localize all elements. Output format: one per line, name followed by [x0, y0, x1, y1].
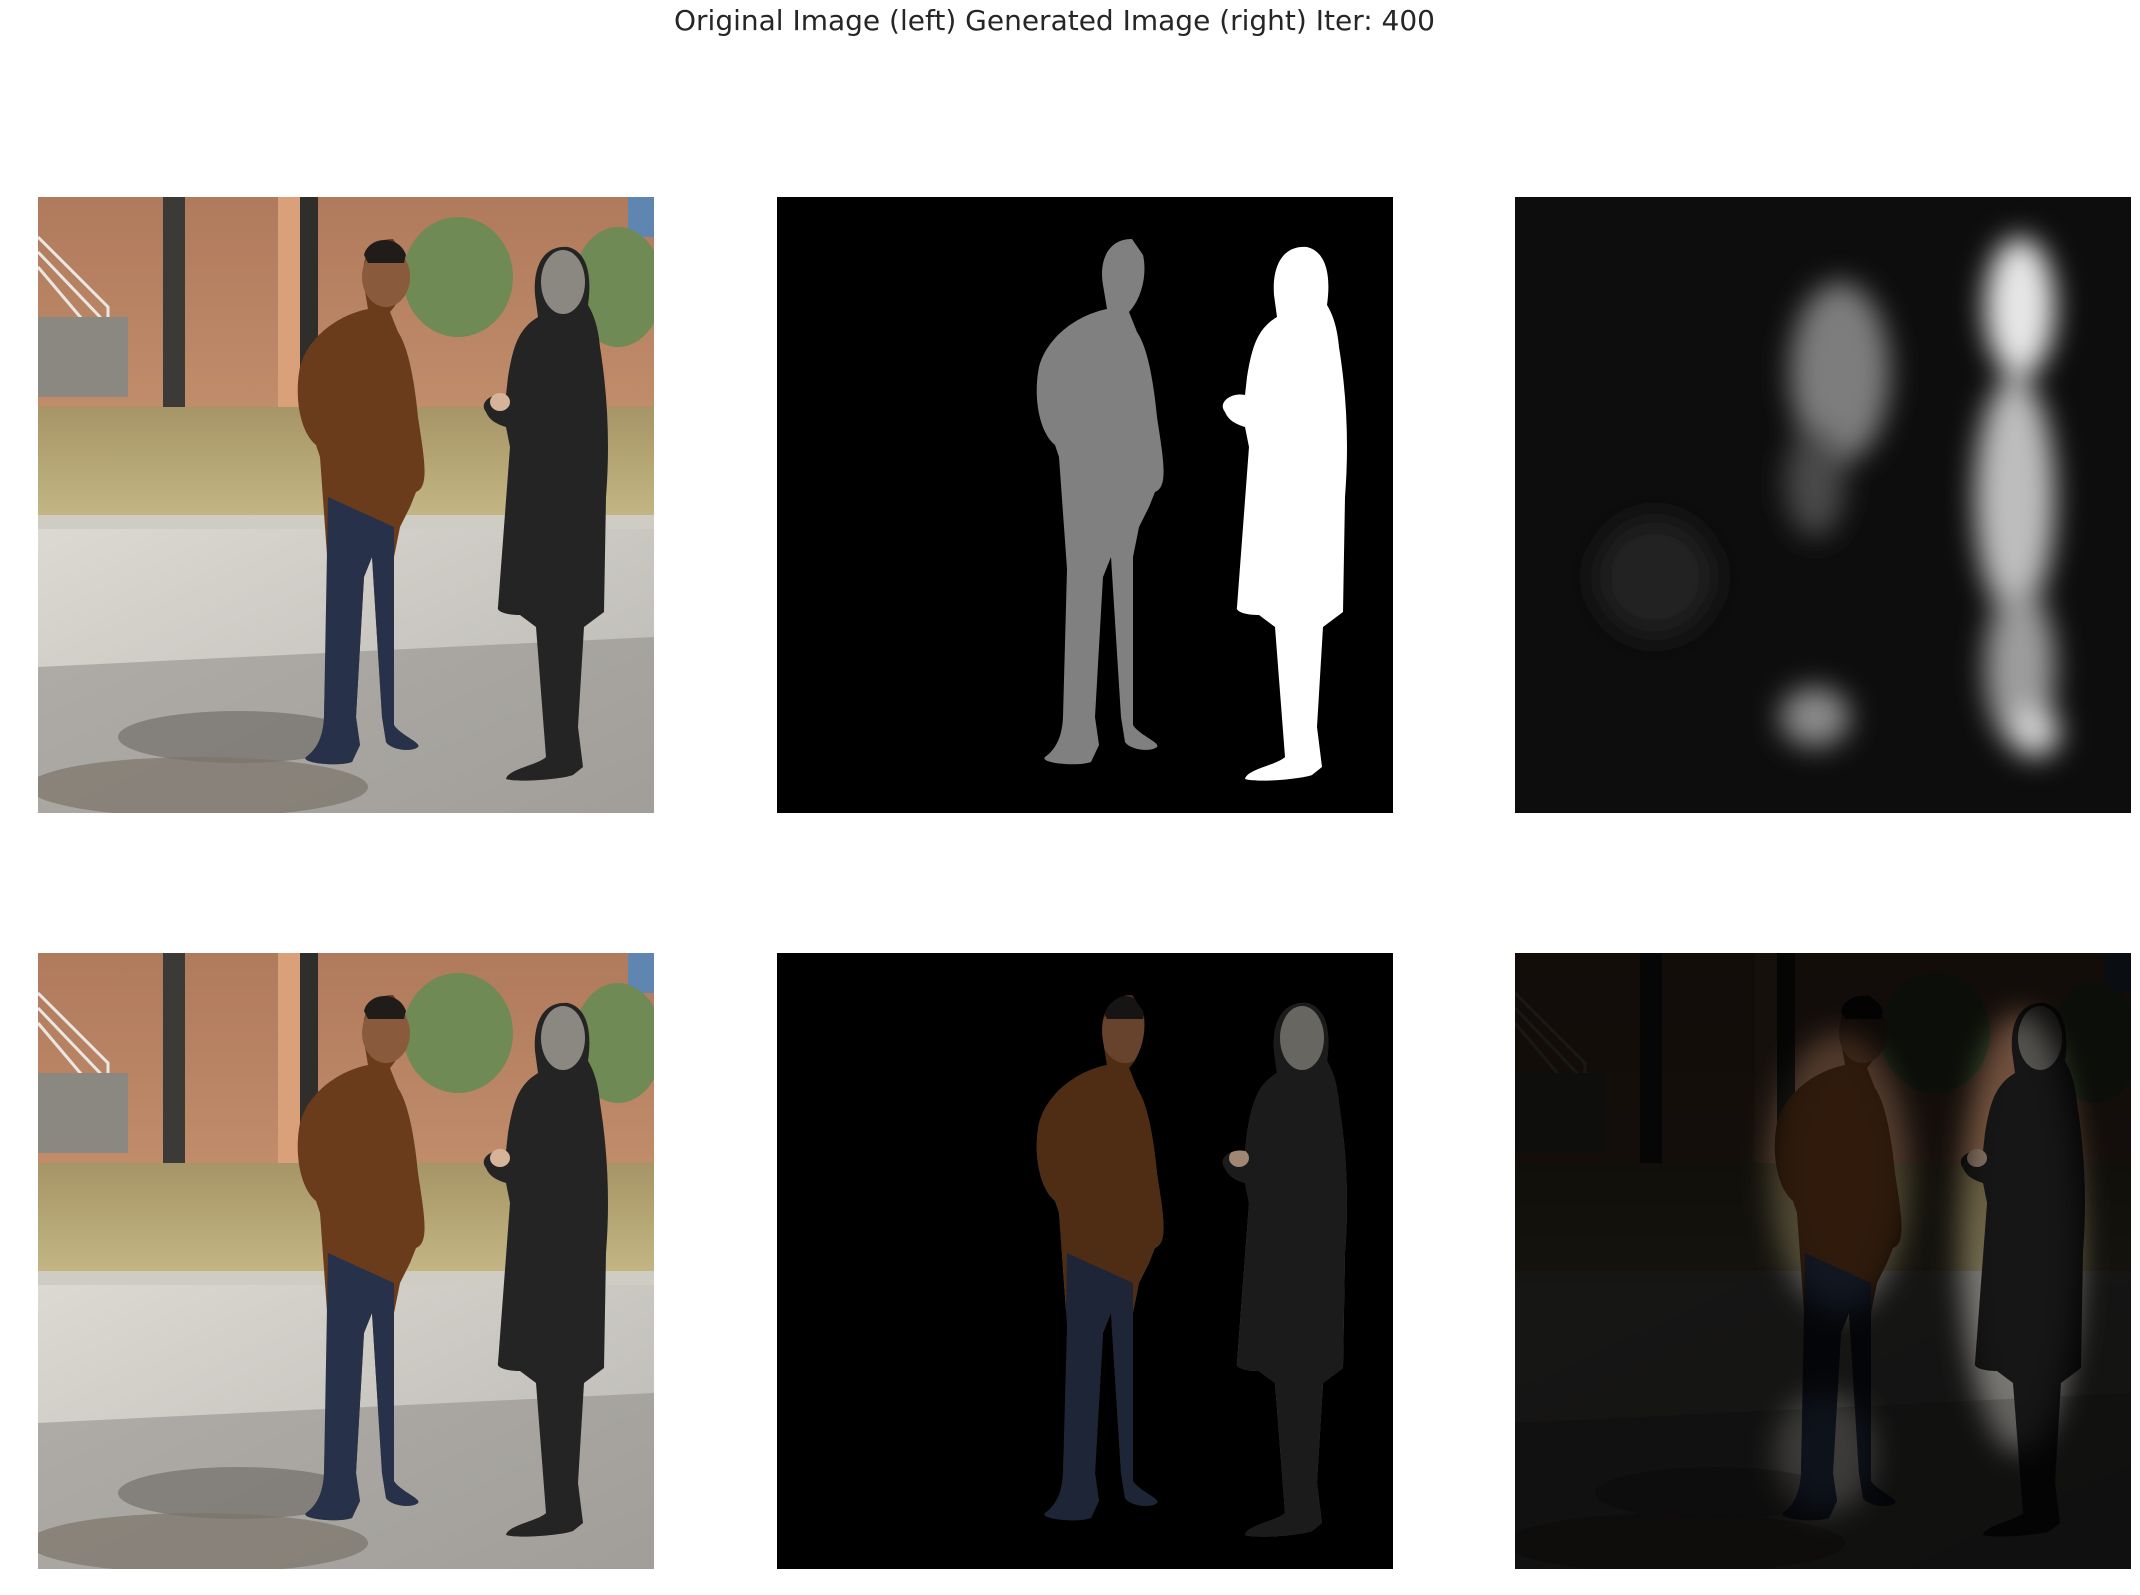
- masked-generated: [1515, 953, 2131, 1569]
- original-photo-top: [38, 197, 654, 813]
- masked-ground-truth: [777, 953, 1393, 1569]
- original-photo-bottom: [38, 953, 654, 1569]
- figure-title: Original Image (left) Generated Image (r…: [674, 4, 1435, 37]
- ground-truth-mask: [777, 197, 1393, 813]
- generated-mask: [1515, 197, 2131, 813]
- masked-generated-image: [1515, 953, 2131, 1569]
- original-photo-top-image: [38, 197, 654, 813]
- original-photo-bottom-image: [38, 953, 654, 1569]
- generated-mask-image: [1515, 197, 2131, 813]
- masked-ground-truth-image: [777, 953, 1393, 1569]
- ground-truth-mask-image: [777, 197, 1393, 813]
